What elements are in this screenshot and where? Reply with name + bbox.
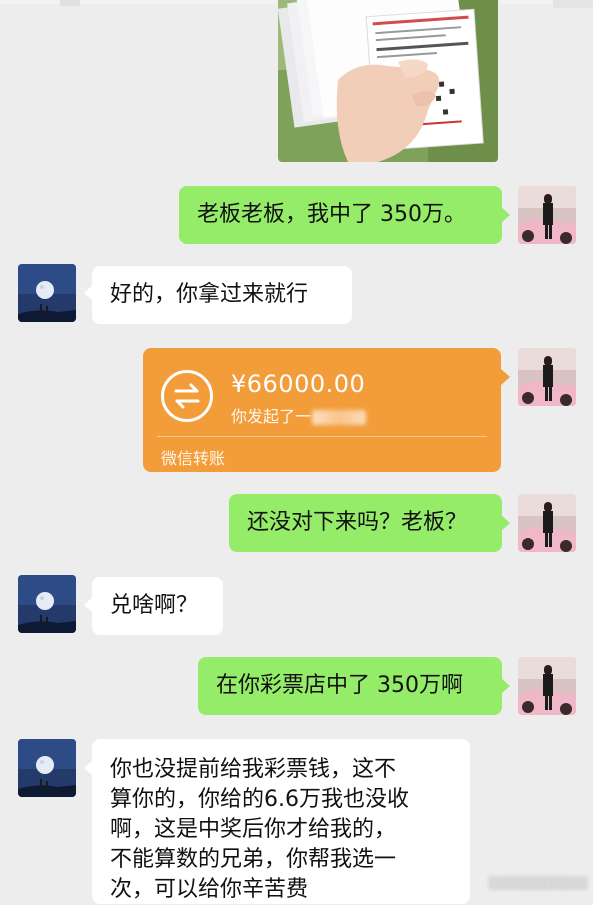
redacted-text <box>312 410 367 425</box>
watermark <box>488 876 588 890</box>
bubble-tail <box>501 678 510 694</box>
message-bubble-self[interactable]: 老板老板，我中了 350万。 <box>179 186 502 244</box>
transfer-amount: ¥66000.00 <box>231 370 366 398</box>
message-bubble-other[interactable]: 你也没提前给我彩票钱，这不 算你的，你给的6.6万我也没收 啊，这是中奖后你才给… <box>92 739 470 904</box>
message-text: 老板老板，我中了 350万。 <box>197 202 466 227</box>
transfer-description-text: 你发起了一 <box>231 407 312 426</box>
avatar-woman-icon <box>518 348 576 406</box>
self-avatar[interactable] <box>518 348 576 406</box>
top-edge-fragment <box>60 0 80 6</box>
message-line: 你也没提前给我彩票钱，这不 <box>110 757 397 782</box>
message-bubble-self[interactable]: 在你彩票店中了 350万啊 <box>198 657 502 715</box>
message-line: 啊，这是中奖后你才给我的， <box>110 817 397 842</box>
transfer-description: 你发起了一 <box>231 403 367 427</box>
bubble-tail <box>501 515 510 531</box>
lottery-ticket-photo[interactable] <box>278 0 498 162</box>
bubble-tail <box>501 207 510 223</box>
wechat-transfer-card[interactable]: ¥66000.00 你发起了一 微信转账 <box>143 348 501 472</box>
exchange-arrows-icon <box>161 370 213 422</box>
message-text: 还没对下来吗？老板？ <box>247 510 468 535</box>
lottery-ticket-image <box>278 0 498 162</box>
transfer-divider <box>157 436 487 437</box>
self-avatar[interactable] <box>518 186 576 244</box>
message-bubble-other[interactable]: 兑啥啊？ <box>92 577 223 635</box>
other-avatar[interactable] <box>18 264 76 322</box>
self-avatar[interactable] <box>518 494 576 552</box>
other-avatar[interactable] <box>18 739 76 797</box>
avatar-night-moon-icon <box>18 264 76 322</box>
avatar-woman-icon <box>518 494 576 552</box>
message-bubble-self[interactable]: 还没对下来吗？老板？ <box>229 494 502 552</box>
transfer-footer-label: 微信转账 <box>161 449 226 468</box>
top-edge-fragment <box>553 0 593 8</box>
message-bubble-other[interactable]: 好的，你拿过来就行 <box>92 266 352 324</box>
message-text: 好的，你拿过来就行 <box>110 282 309 307</box>
message-line: 算你的，你给的6.6万我也没收 <box>110 787 409 812</box>
other-avatar[interactable] <box>18 575 76 633</box>
message-line: 不能算数的兄弟，你帮我选一 <box>110 847 397 872</box>
self-avatar[interactable] <box>518 657 576 715</box>
avatar-night-moon-icon <box>18 739 76 797</box>
avatar-woman-icon <box>518 186 576 244</box>
avatar-night-moon-icon <box>18 575 76 633</box>
avatar-woman-icon <box>518 657 576 715</box>
message-text: 在你彩票店中了 350万啊 <box>216 673 463 698</box>
message-line: 次，可以给你辛苦费 <box>110 877 309 902</box>
bubble-tail <box>501 369 510 385</box>
message-text: 兑啥啊？ <box>110 593 199 618</box>
